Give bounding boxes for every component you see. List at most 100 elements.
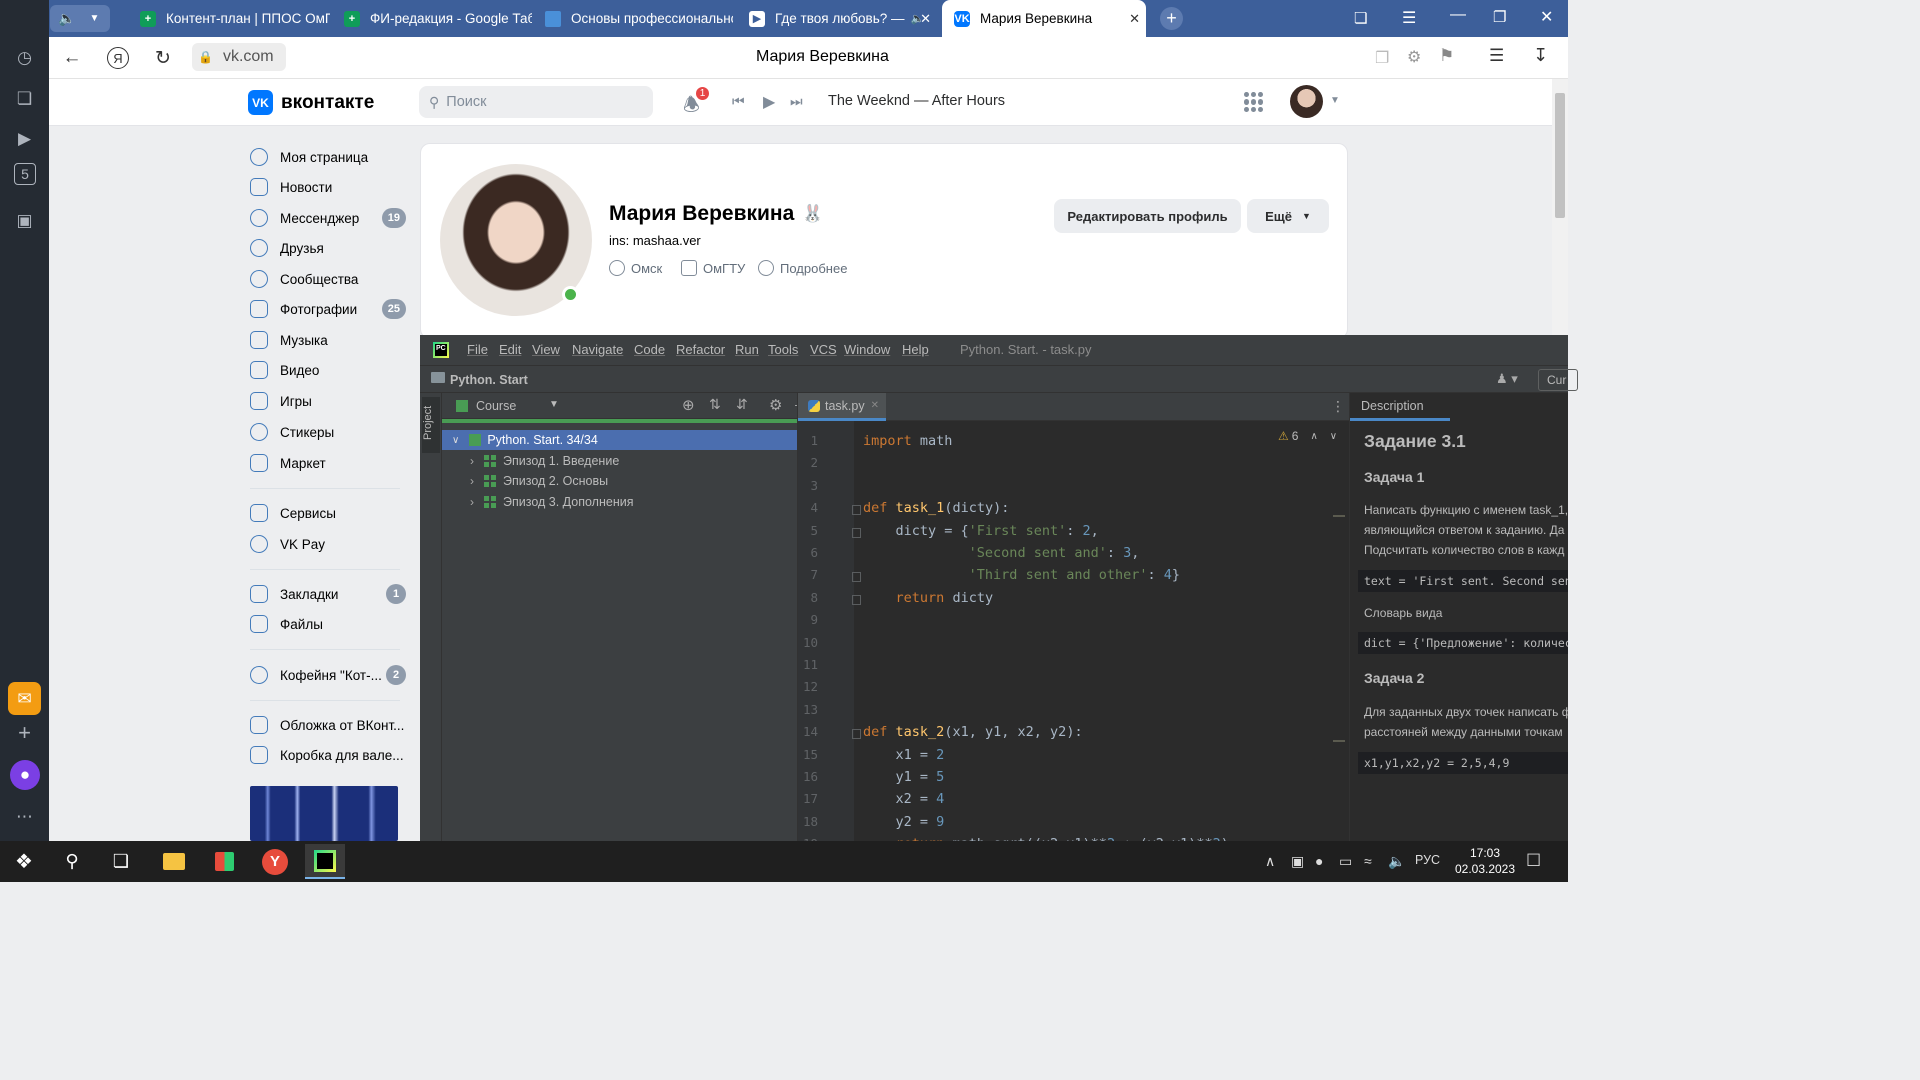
- input-language[interactable]: РУС: [1415, 853, 1440, 867]
- battery-icon[interactable]: ▭: [1339, 853, 1352, 870]
- menu-file[interactable]: File: [467, 342, 488, 357]
- sidebar-item-communities[interactable]: Сообщества: [250, 267, 406, 291]
- wifi-icon[interactable]: ≈: [1364, 853, 1372, 869]
- avatar[interactable]: [1290, 85, 1323, 118]
- sidebar-item-files[interactable]: Файлы: [250, 612, 406, 636]
- fold-marker-icon[interactable]: [852, 505, 861, 516]
- prev-track-icon[interactable]: ⏮: [732, 93, 745, 110]
- sidebar-item-cafe[interactable]: Кофейня "Кот-... 2: [250, 663, 406, 687]
- close-tab-icon[interactable]: ✕: [1129, 11, 1140, 27]
- sidebar-item-games[interactable]: Игры: [250, 389, 406, 413]
- menu-navigate[interactable]: Navigate: [572, 342, 623, 357]
- code-line[interactable]: import math: [863, 433, 952, 449]
- reader-icon[interactable]: ☰: [1489, 46, 1504, 66]
- sidebar-item-news[interactable]: Новости: [250, 175, 406, 199]
- new-tab-button[interactable]: +: [1160, 7, 1183, 30]
- menu-view[interactable]: View: [532, 342, 560, 357]
- code-line[interactable]: return dicty: [863, 590, 994, 606]
- sidebar-item-friends[interactable]: Друзья: [250, 236, 406, 260]
- apps-grid-icon[interactable]: [1244, 92, 1264, 112]
- menu-run[interactable]: Run: [735, 342, 759, 357]
- sidebar-item-box-app[interactable]: Коробка для вале...: [250, 743, 406, 767]
- minimize-icon[interactable]: —: [1450, 6, 1466, 24]
- fold-marker-icon[interactable]: [852, 594, 861, 605]
- browser-tab[interactable]: + Контент-план | ППОС ОмГ: [130, 0, 330, 37]
- code-line[interactable]: x1 = 2: [863, 747, 945, 763]
- close-tab-icon[interactable]: ✕: [871, 400, 879, 411]
- code-line[interactable]: def task_1(dicty):: [863, 500, 1009, 516]
- browser-tab-active[interactable]: VK Мария Веревкина ✕: [942, 0, 1146, 37]
- sidebar-banner-image[interactable]: [250, 786, 398, 841]
- counter-icon[interactable]: 5: [14, 163, 36, 185]
- fold-marker-icon[interactable]: [852, 729, 861, 740]
- sidebar-item-my-page[interactable]: Моя страница: [250, 145, 406, 169]
- menu-help[interactable]: Help: [902, 342, 929, 357]
- description-tab[interactable]: Description: [1350, 393, 1450, 421]
- sidebar-item-cover-app[interactable]: Обложка от ВКонт...: [250, 713, 406, 737]
- collections-icon[interactable]: ❏: [8, 82, 41, 115]
- code-line[interactable]: y1 = 5: [863, 769, 945, 785]
- project-tool-tab[interactable]: Project: [422, 397, 440, 453]
- sidebar-item-music[interactable]: Музыка: [250, 328, 406, 352]
- browser-tab[interactable]: Основы профессионально: [537, 0, 733, 37]
- yandex-icon[interactable]: Я: [107, 47, 129, 69]
- chevron-down-icon[interactable]: ∨: [1330, 431, 1337, 442]
- play-track-icon[interactable]: ▶: [763, 92, 775, 112]
- tree-row-episode[interactable]: › Эпизод 3. Дополнения: [442, 492, 797, 512]
- menu-window[interactable]: Window: [844, 342, 890, 357]
- menu-icon[interactable]: ☰: [1402, 8, 1416, 28]
- alice-icon[interactable]: ●: [10, 760, 40, 790]
- expand-all-icon[interactable]: ⇅: [709, 396, 721, 413]
- store-icon[interactable]: [204, 844, 244, 879]
- cut-run-config-button[interactable]: Cur: [1538, 369, 1578, 391]
- profile-status[interactable]: ins: mashaa.ver: [609, 233, 701, 248]
- video-icon[interactable]: ▶: [8, 122, 41, 155]
- search-icon[interactable]: ⚲: [52, 844, 92, 879]
- fold-marker-icon[interactable]: [852, 572, 861, 583]
- next-track-icon[interactable]: ⏭: [790, 93, 803, 110]
- user-account-icon[interactable]: ♟ ▾: [1496, 371, 1518, 387]
- tree-row-episode[interactable]: › Эпизод 1. Введение: [442, 451, 797, 471]
- more-tabs-icon[interactable]: ⋮: [1331, 398, 1345, 415]
- microphone-icon[interactable]: ●: [1315, 853, 1323, 869]
- back-icon[interactable]: ←: [59, 45, 85, 71]
- menu-code[interactable]: Code: [634, 342, 665, 357]
- file-explorer-icon[interactable]: [154, 844, 194, 879]
- vk-logo[interactable]: VK вконтакте: [248, 90, 374, 115]
- chevron-up-icon[interactable]: ∧: [1310, 431, 1317, 442]
- menu-tools[interactable]: Tools: [768, 342, 798, 357]
- restore-icon[interactable]: ❐: [1493, 8, 1506, 26]
- scrollbar-thumb[interactable]: [1555, 93, 1565, 218]
- profile-more-info[interactable]: Подробнее: [758, 260, 847, 276]
- profile-university[interactable]: ОмГТУ: [681, 260, 745, 276]
- clock[interactable]: 17:03 02.03.2023: [1444, 845, 1526, 877]
- sidebar-item-photos[interactable]: Фотографии 25: [250, 297, 406, 321]
- mail-app-icon[interactable]: ✉: [8, 682, 41, 715]
- pycharm-taskbar-icon[interactable]: [305, 844, 345, 879]
- add-panel-icon[interactable]: +: [8, 716, 41, 749]
- notifications-button[interactable]: 🕭 1: [683, 85, 711, 117]
- collapse-all-icon[interactable]: ⇵: [736, 396, 748, 413]
- url-field[interactable]: 🔒 vk.com: [192, 43, 286, 71]
- download-icon[interactable]: ↧: [1533, 45, 1548, 66]
- panel-title[interactable]: Course: [476, 399, 516, 413]
- more-icon[interactable]: ⋯: [8, 800, 41, 833]
- browser-tab[interactable]: + ФИ-редакция - Google Таб: [334, 0, 532, 37]
- fold-marker-icon[interactable]: [852, 527, 861, 538]
- sidebar-item-services[interactable]: Сервисы: [250, 501, 406, 525]
- code-line[interactable]: x2 = 4: [863, 791, 945, 807]
- menu-refactor[interactable]: Refactor: [676, 342, 725, 357]
- profile-city[interactable]: Омск: [609, 260, 662, 276]
- gear-icon[interactable]: ⚙: [769, 396, 782, 414]
- windows-start-icon[interactable]: ❖: [4, 844, 44, 879]
- locate-icon[interactable]: ⊕: [682, 396, 695, 414]
- bookmark-icon[interactable]: ⚑: [1439, 46, 1454, 66]
- code-line[interactable]: y2 = 9: [863, 814, 945, 830]
- tree-row-course[interactable]: ∨ Python. Start. 34/34: [442, 430, 797, 450]
- tray-chevron-icon[interactable]: ∧: [1265, 853, 1275, 870]
- sidebar-item-market[interactable]: Маркет: [250, 451, 406, 475]
- notification-center-icon[interactable]: ☐: [1526, 851, 1541, 871]
- sidebar-item-vk-pay[interactable]: VK Pay: [250, 532, 406, 556]
- more-actions-button[interactable]: Ещё ▼: [1247, 199, 1329, 233]
- code-line[interactable]: dicty = {'First sent': 2,: [863, 523, 1099, 539]
